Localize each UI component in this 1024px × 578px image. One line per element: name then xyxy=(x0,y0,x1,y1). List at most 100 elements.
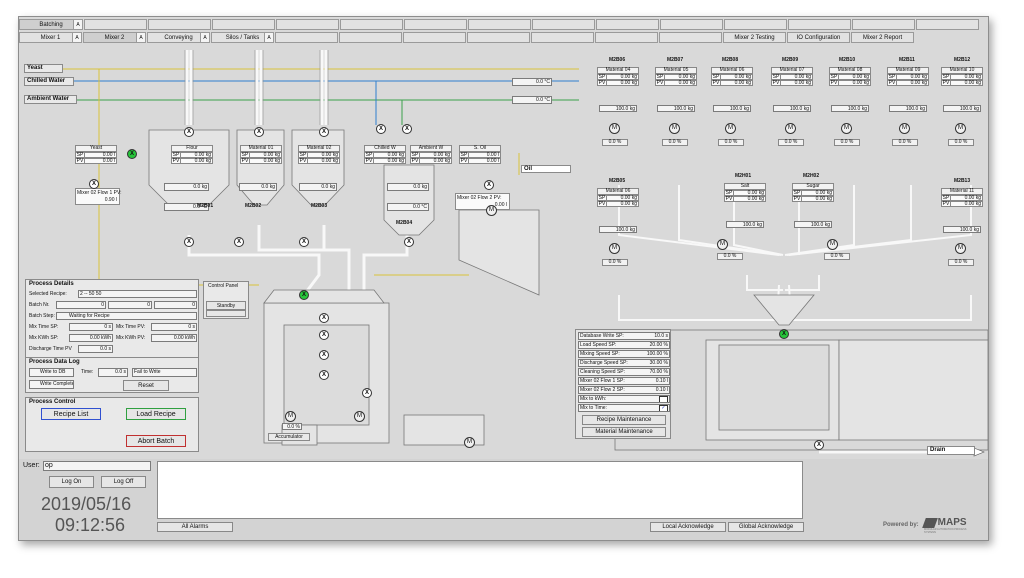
bin-card-m2h02[interactable]: Sugar SP 0.00 kg PV 0.00 kg xyxy=(792,183,834,225)
bin-motor[interactable]: M xyxy=(717,239,728,250)
tab-empty-6[interactable] xyxy=(404,19,467,30)
setpoint-value[interactable]: 70.00 % xyxy=(650,369,668,375)
all-alarms-button[interactable]: All Alarms xyxy=(157,522,233,532)
tab-empty-r2-7[interactable] xyxy=(659,32,722,43)
standby-button[interactable]: Standby xyxy=(206,301,246,310)
bin-motor[interactable]: M xyxy=(827,239,838,250)
control-blank-button[interactable] xyxy=(206,310,246,317)
bin-card-m2b08[interactable]: Material 06 SP 0.00 kg PV 0.00 kg xyxy=(711,67,753,109)
bin-motor[interactable]: M xyxy=(669,123,680,134)
oil-pump-motor[interactable]: M xyxy=(486,205,497,216)
tank-card-material-02[interactable]: Material 02 SP 0.00 kg PV 0.00 kg xyxy=(298,145,340,187)
tab-empty-r2-1[interactable] xyxy=(275,32,338,43)
tab-empty-2[interactable] xyxy=(148,19,211,30)
tab-empty-4[interactable] xyxy=(276,19,339,30)
bin-card-m2b13[interactable]: Material 11 SP 0.00 kg PV 0.00 kg xyxy=(941,188,983,230)
log-off-button[interactable]: Log Off xyxy=(101,476,146,488)
tab-empty-14[interactable] xyxy=(916,19,979,30)
valve-mixer-inlet[interactable]: X xyxy=(299,290,309,300)
tab-empty-7[interactable] xyxy=(468,19,531,30)
setpoint-value[interactable]: 10.0 s xyxy=(654,333,668,339)
setpoint-value[interactable]: 30.00 % xyxy=(650,360,668,366)
mix-to-time-checkbox[interactable]: ✓ xyxy=(659,405,668,411)
bin-motor[interactable]: M xyxy=(609,243,620,254)
reset-button[interactable]: Reset xyxy=(123,380,169,391)
tank-card-s-oil[interactable]: S. Oil SP 0.00 l PV 0.00 l xyxy=(459,145,501,187)
tab-empty-r2-3[interactable] xyxy=(403,32,466,43)
mix-time-sp-value[interactable]: 0 s xyxy=(69,323,113,331)
bin-motor[interactable]: M xyxy=(785,123,796,134)
bin-motor[interactable]: M xyxy=(955,243,966,254)
accumulator-motor[interactable]: M xyxy=(354,411,365,422)
tab-mixer-1[interactable]: Mixer 1 A xyxy=(19,32,82,43)
tab-silos-tanks[interactable]: Silos / Tanks A xyxy=(211,32,274,43)
bin-card-m2b05[interactable]: Material 06 SP 0.00 kg PV 0.00 kg xyxy=(597,188,639,230)
tab-empty-1[interactable] xyxy=(84,19,147,30)
tank-card-ambient-w[interactable]: Ambient W SP 0.00 kg PV 0.00 kg xyxy=(410,145,452,187)
tank-card-material-01[interactable]: Material 01 SP 0.00 kg PV 0.00 kg xyxy=(240,145,282,187)
tab-empty-11[interactable] xyxy=(724,19,787,30)
bin-card-m2h01[interactable]: Salt SP 0.00 kg PV 0.00 kg xyxy=(724,183,766,225)
setpoint-value[interactable]: 100.00 % xyxy=(647,351,668,357)
discharge-motor[interactable]: M xyxy=(464,437,475,448)
user-field[interactable]: op xyxy=(43,461,151,471)
tab-empty-13[interactable] xyxy=(852,19,915,30)
valve-material-02[interactable]: X xyxy=(319,127,329,137)
tab-mixer-2-testing[interactable]: Mixer 2 Testing xyxy=(723,32,786,43)
valve-yeast[interactable]: X xyxy=(127,149,137,159)
setpoint-value[interactable]: 20.00 % xyxy=(650,342,668,348)
tab-batching[interactable]: Batching A xyxy=(19,19,83,30)
bin-card-m2b11[interactable]: Material 09 SP 0.00 kg PV 0.00 kg xyxy=(887,67,929,109)
global-acknowledge-button[interactable]: Global Acknowledge xyxy=(728,522,804,532)
tab-empty-9[interactable] xyxy=(596,19,659,30)
tab-empty-r2-5[interactable] xyxy=(531,32,594,43)
load-recipe-button[interactable]: Load Recipe xyxy=(126,408,186,420)
bin-card-m2b07[interactable]: Material 05 SP 0.00 kg PV 0.00 kg xyxy=(655,67,697,109)
valve-m2b03-out[interactable]: X xyxy=(299,237,309,247)
tab-conveying[interactable]: Conveying A xyxy=(147,32,210,43)
bin-motor[interactable]: M xyxy=(725,123,736,134)
alarm-list[interactable] xyxy=(157,461,803,519)
tab-empty-r2-2[interactable] xyxy=(339,32,402,43)
valve-flour[interactable]: X xyxy=(184,127,194,137)
setpoint-value[interactable]: 0.10 l xyxy=(656,378,668,384)
material-maintenance-button[interactable]: Material Maintenance xyxy=(582,427,666,437)
tab-empty-12[interactable] xyxy=(788,19,851,30)
mix-to-kwh-checkbox[interactable] xyxy=(659,396,668,402)
recipe-list-button[interactable]: Recipe List xyxy=(41,408,101,420)
bin-motor[interactable]: M xyxy=(955,123,966,134)
abort-batch-button[interactable]: Abort Batch xyxy=(126,435,186,447)
valve-material-01[interactable]: X xyxy=(254,127,264,137)
tab-empty-r2-6[interactable] xyxy=(595,32,658,43)
valve-mixer-1[interactable]: X xyxy=(319,313,329,323)
tab-mixer-2-report[interactable]: Mixer 2 Report xyxy=(851,32,914,43)
tank-card-chilled-w[interactable]: Chilled W SP 0.00 kg PV 0.00 kg xyxy=(364,145,406,187)
valve-mixer-2[interactable]: X xyxy=(319,330,329,340)
tab-empty-8[interactable] xyxy=(532,19,595,30)
bin-card-m2b06[interactable]: Material 04 SP 0.00 kg PV 0.00 kg xyxy=(597,67,639,109)
valve-mixer-3[interactable]: X xyxy=(319,350,329,360)
valve-mixer-4[interactable]: X xyxy=(319,370,329,380)
bin-card-m2b09[interactable]: Material 07 SP 0.00 kg PV 0.00 kg xyxy=(771,67,813,109)
tab-io-configuration[interactable]: IO Configuration xyxy=(787,32,850,43)
valve-mixer-5[interactable]: X xyxy=(362,388,372,398)
bin-motor[interactable]: M xyxy=(841,123,852,134)
bin-motor[interactable]: M xyxy=(609,123,620,134)
bin-card-m2b12[interactable]: Material 10 SP 0.00 kg PV 0.00 kg xyxy=(941,67,983,109)
valve-flour-out[interactable]: X xyxy=(184,237,194,247)
tab-empty-5[interactable] xyxy=(340,19,403,30)
valve-m2b02-out[interactable]: X xyxy=(234,237,244,247)
valve-drain[interactable]: X xyxy=(814,440,824,450)
tab-empty-10[interactable] xyxy=(660,19,723,30)
valve-oil[interactable]: X xyxy=(484,180,494,190)
mixer-motor[interactable]: M xyxy=(285,411,296,422)
valve-m2b04-out[interactable]: X xyxy=(404,237,414,247)
bin-motor[interactable]: M xyxy=(899,123,910,134)
valve-chilled-w[interactable]: X xyxy=(376,124,386,134)
recipe-maintenance-button[interactable]: Recipe Maintenance xyxy=(582,415,666,425)
bin-card-m2b10[interactable]: Material 08 SP 0.00 kg PV 0.00 kg xyxy=(829,67,871,109)
tank-card-flour[interactable]: Flour SP 0.00 kg PV 0.00 kg xyxy=(171,145,213,187)
valve-yeast-flow[interactable]: X xyxy=(89,179,99,189)
setpoint-value[interactable]: 0.10 l xyxy=(656,387,668,393)
local-acknowledge-button[interactable]: Local Acknowledge xyxy=(650,522,726,532)
